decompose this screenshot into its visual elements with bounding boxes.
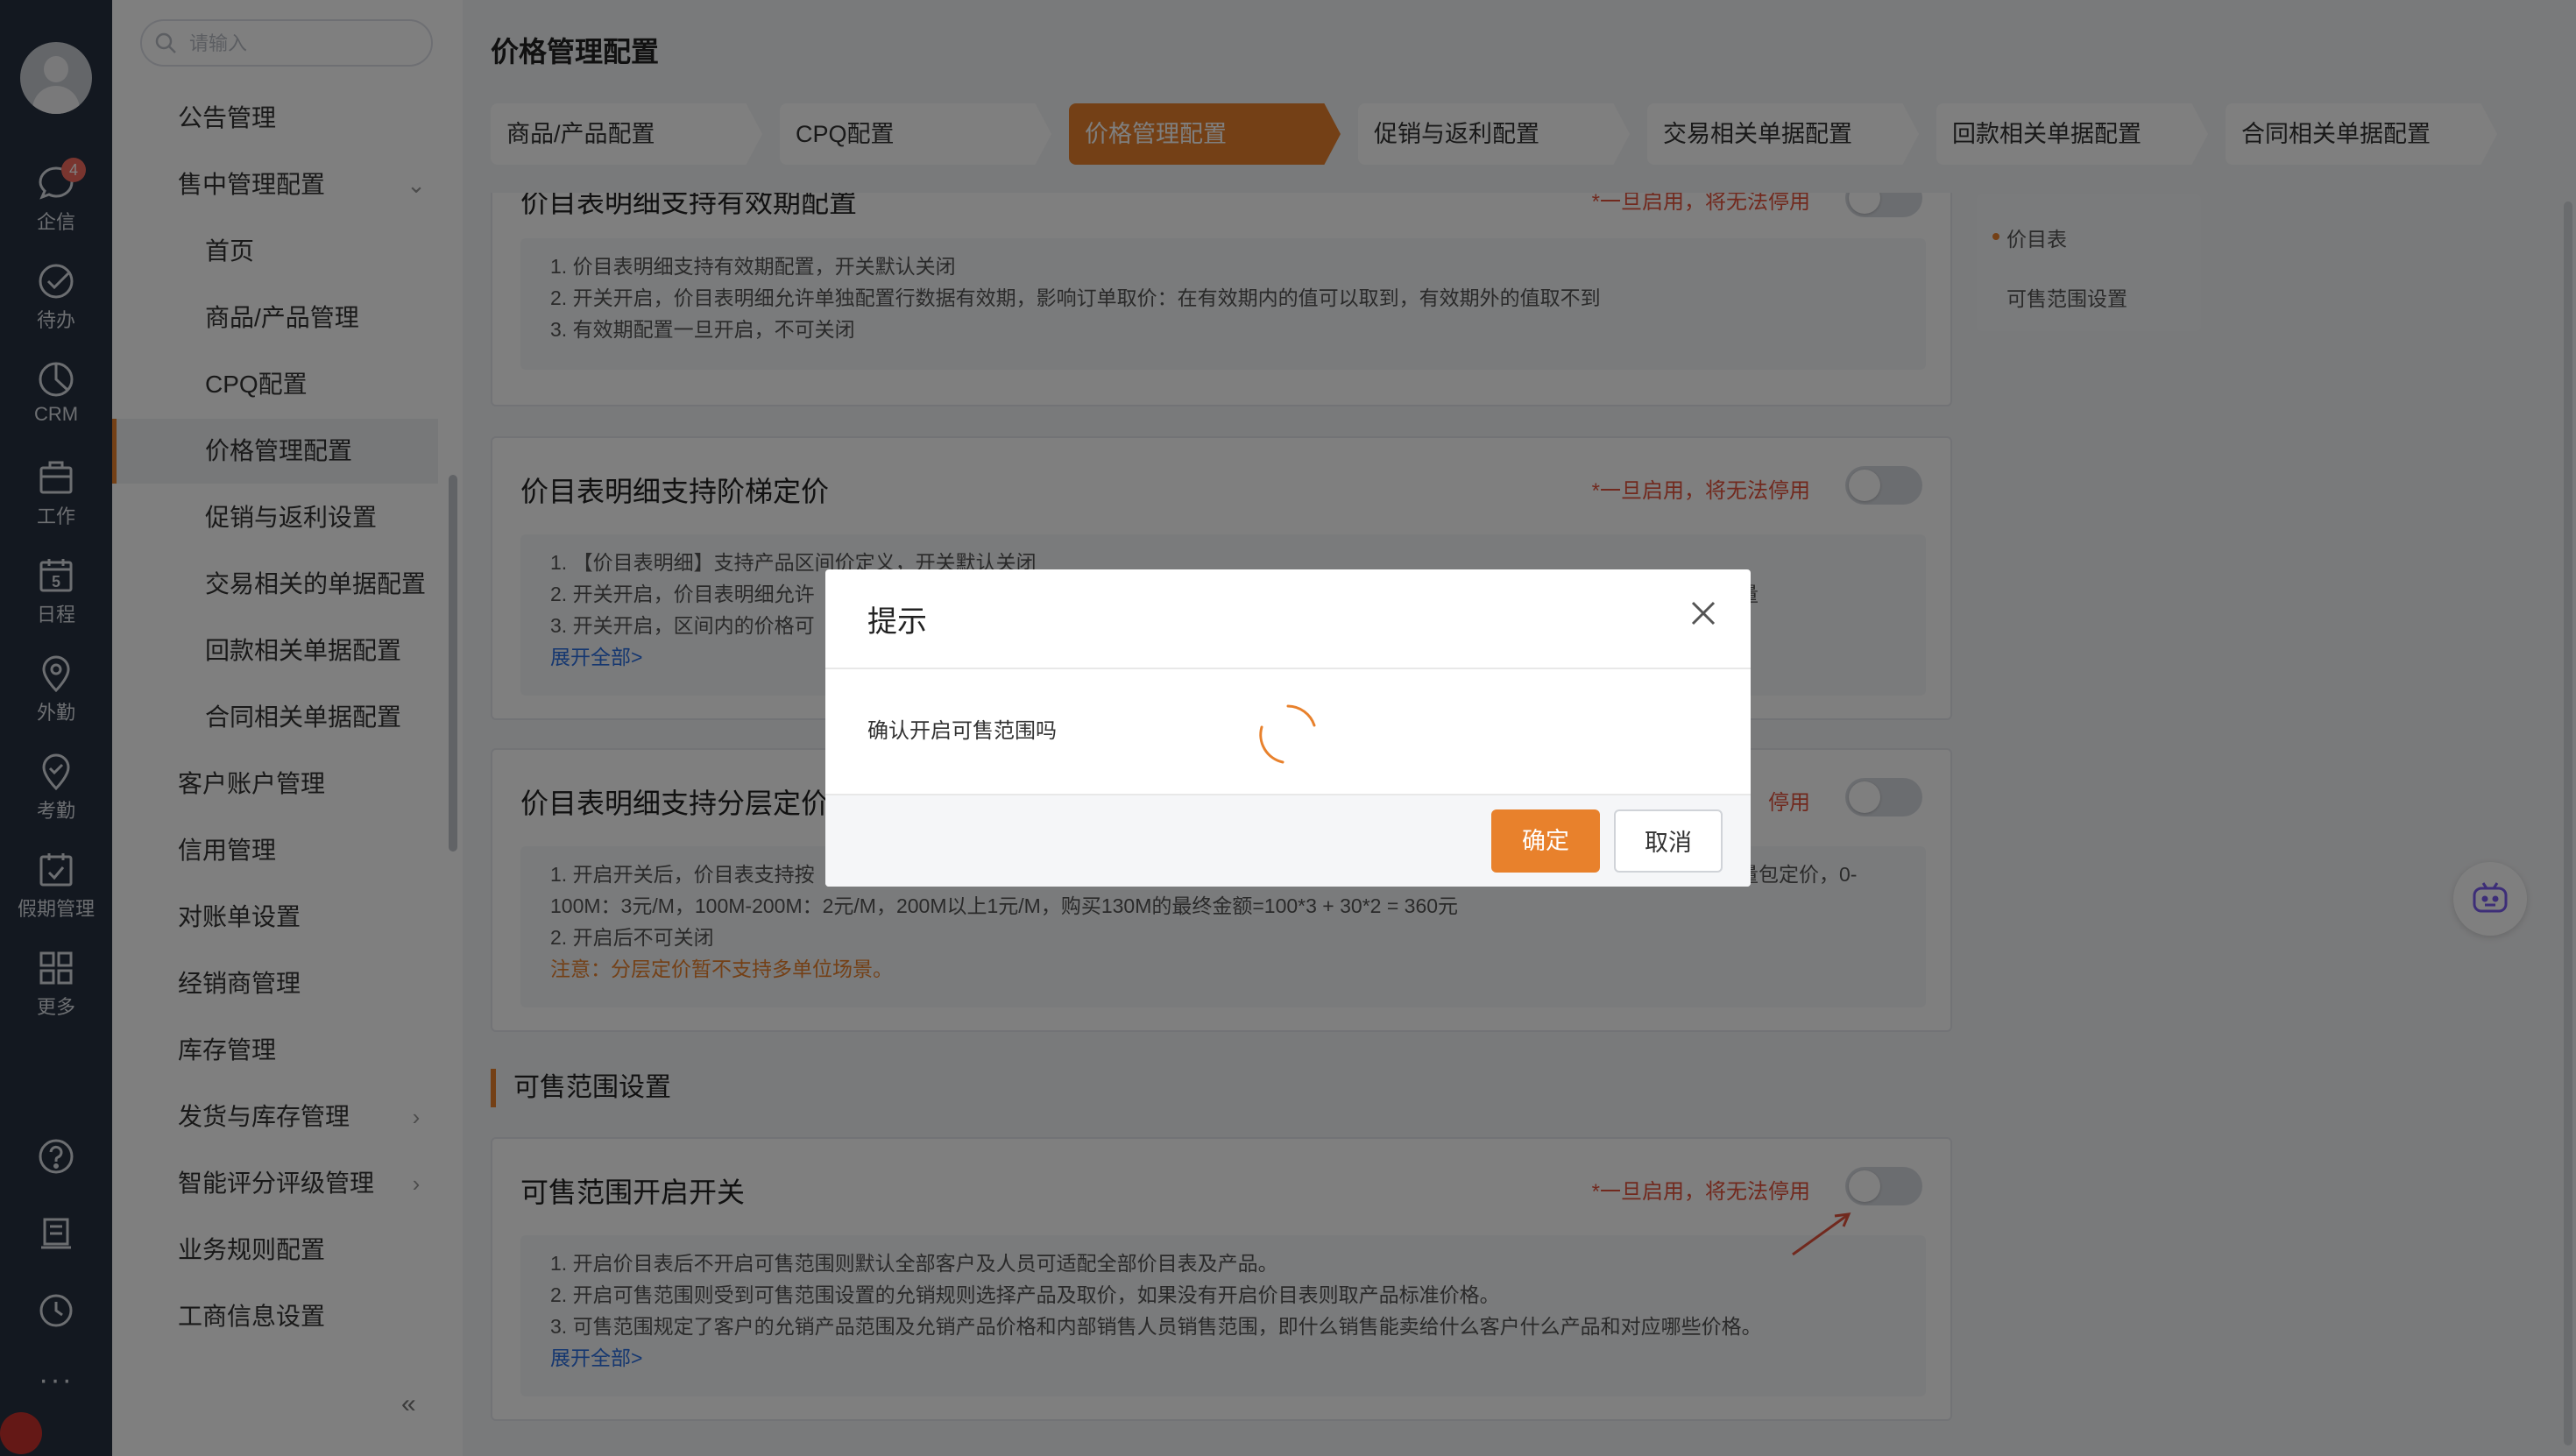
cancel-button[interactable]: 取消 — [1614, 809, 1723, 873]
divider — [825, 668, 1751, 669]
dialog-title: 提示 — [867, 605, 927, 639]
confirm-button[interactable]: 确定 — [1491, 809, 1600, 873]
dialog-message: 确认开启可售范围吗 — [867, 719, 1057, 743]
confirm-dialog: 提示 确认开启可售范围吗 确定 取消 — [825, 569, 1751, 887]
loading-spinner-icon — [1259, 704, 1316, 764]
dialog-footer: 确定 取消 — [825, 794, 1751, 887]
close-icon[interactable] — [1684, 594, 1723, 633]
